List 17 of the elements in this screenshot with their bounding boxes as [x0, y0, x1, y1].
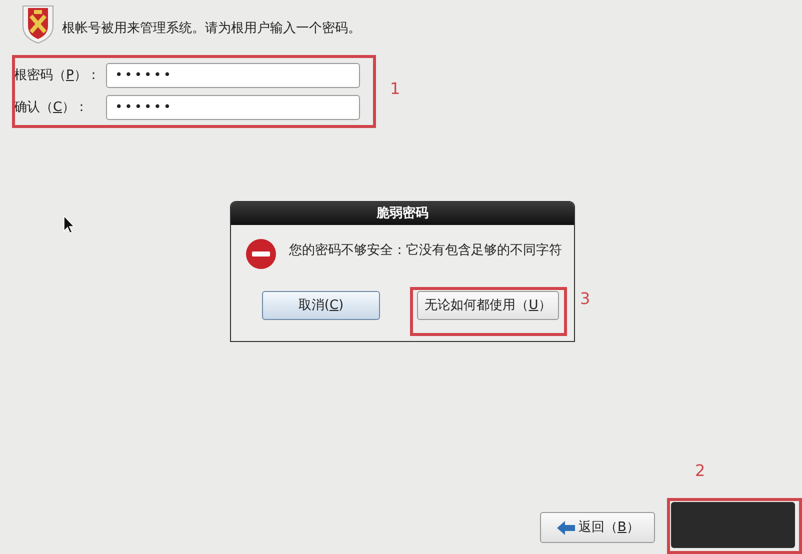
use-anyway-button[interactable]: 无论如何都使用（U）: [417, 291, 559, 320]
annotation-number: 1: [390, 78, 400, 100]
password-field[interactable]: ••••••: [106, 95, 360, 120]
mouse-cursor-icon: [63, 215, 75, 234]
back-button[interactable]: 返回（B）: [540, 512, 655, 543]
error-icon: [245, 238, 277, 270]
next-button[interactable]: [671, 502, 795, 548]
header-text: 根帐号被用来管理系统。请为根用户输入一个密码。: [62, 20, 361, 38]
cancel-button[interactable]: 取消(C): [262, 291, 380, 320]
annotation-number: 3: [580, 288, 590, 310]
field-label: 根密码（P）：: [14, 66, 101, 85]
annotation-number: 2: [695, 460, 706, 482]
field-label: 确认（C）：: [14, 98, 90, 117]
dialog-message: 您的密码不够安全：它没有包含足够的不同字符: [289, 242, 562, 260]
password-field[interactable]: ••••••: [106, 63, 360, 88]
dialog-title: 脆弱密码: [231, 202, 574, 225]
left-arrow-icon: [556, 520, 576, 536]
